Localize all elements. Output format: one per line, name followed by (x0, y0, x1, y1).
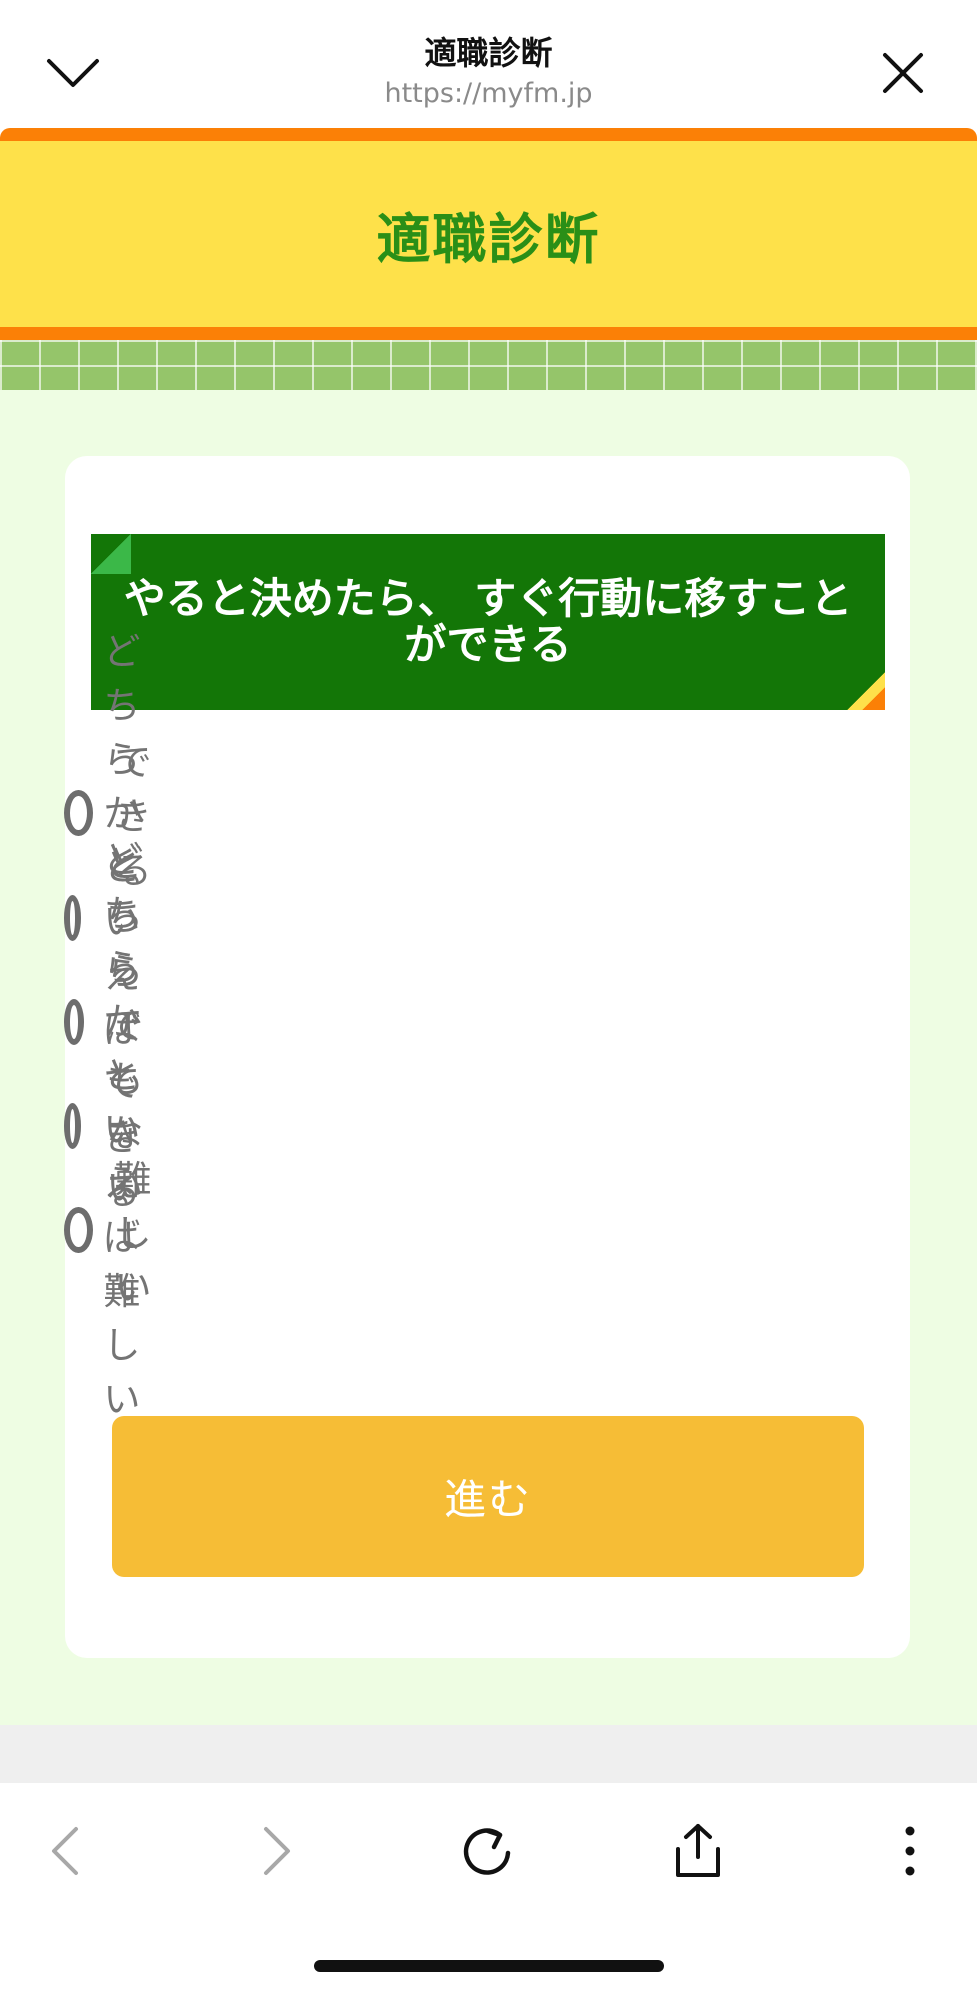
next-button[interactable]: 進む (112, 1416, 864, 1577)
corner-fold-decoration (847, 672, 885, 710)
share-icon[interactable] (663, 1816, 733, 1886)
option-label: 難しい (114, 1158, 153, 1309)
more-icon[interactable] (875, 1816, 945, 1886)
question-box: やると決めたら、 すぐ行動に移すことができる (91, 534, 885, 710)
radio-button[interactable] (64, 1103, 82, 1149)
radio-button[interactable] (64, 895, 82, 941)
radio-button[interactable] (64, 1207, 93, 1253)
back-icon[interactable] (31, 1816, 101, 1886)
reload-icon[interactable] (453, 1816, 523, 1886)
option-label: どちらかといえば難しい (103, 838, 142, 1421)
header-banner: 適職診断 (0, 128, 977, 340)
option-muzukashii[interactable]: 難しい (64, 1158, 170, 1309)
close-icon[interactable] (868, 38, 938, 108)
radio-button[interactable] (64, 790, 93, 836)
page-title: 適職診断 (376, 207, 601, 271)
forward-icon[interactable] (241, 1816, 311, 1886)
radio-button[interactable] (64, 999, 85, 1045)
grid-decoration (0, 340, 977, 390)
home-indicator (314, 1960, 664, 1972)
corner-fold-decoration (91, 534, 131, 574)
page-bottom-strip (0, 1725, 977, 1783)
browser-url[interactable]: https://myfm.jp (0, 78, 977, 109)
browser-page-title: 適職診断 (424, 34, 553, 72)
option-dochiraka-muzukashii[interactable]: どちらかといえば難しい (64, 838, 170, 1421)
browser-top-bar: 適職診断 https://myfm.jp (0, 0, 977, 130)
question-text: やると決めたら、 すぐ行動に移すことができる (123, 574, 853, 669)
